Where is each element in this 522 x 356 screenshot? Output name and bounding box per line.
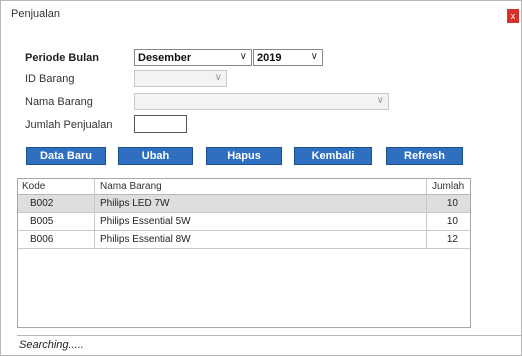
- bulan-select[interactable]: Desember ∨: [134, 49, 252, 66]
- cell-divider: [426, 195, 427, 212]
- hapus-button[interactable]: Hapus: [206, 147, 282, 165]
- chevron-down-icon: ∨: [214, 72, 222, 83]
- title-bar[interactable]: Penjualan x: [1, 1, 521, 27]
- kembali-button[interactable]: Kembali: [294, 147, 372, 165]
- penjualan-window: Penjualan x Periode Bulan Desember ∨ 201…: [0, 0, 522, 356]
- penjualan-table[interactable]: Kode Nama Barang Jumlah B002 Philips LED…: [17, 178, 471, 328]
- kode-cell: B006: [30, 234, 54, 245]
- jumlah-penjualan-label: Jumlah Penjualan: [25, 119, 113, 131]
- cell-divider: [94, 195, 95, 212]
- column-header-nama-barang[interactable]: Nama Barang: [100, 181, 162, 192]
- status-text: Searching.....: [19, 339, 84, 351]
- cell-divider: [426, 231, 427, 248]
- periode-bulan-label: Periode Bulan: [25, 52, 99, 64]
- id-barang-select[interactable]: ∨: [134, 70, 227, 87]
- table-row[interactable]: B006 Philips Essential 8W 12: [18, 231, 470, 249]
- table-header: Kode Nama Barang Jumlah: [18, 179, 470, 195]
- tahun-value: 2019: [257, 52, 282, 64]
- bulan-value: Desember: [138, 52, 192, 64]
- kode-cell: B002: [30, 198, 54, 209]
- nama-barang-cell: Philips Essential 8W: [100, 234, 191, 245]
- cell-divider: [94, 213, 95, 230]
- jumlah-cell: 10: [446, 198, 458, 209]
- cell-divider: [94, 231, 95, 248]
- ubah-button[interactable]: Ubah: [118, 147, 193, 165]
- chevron-down-icon: ∨: [310, 51, 318, 62]
- table-row[interactable]: B005 Philips Essential 5W 10: [18, 213, 470, 231]
- chevron-down-icon: ∨: [239, 51, 247, 62]
- tahun-select[interactable]: 2019 ∨: [253, 49, 323, 66]
- nama-barang-cell: Philips Essential 5W: [100, 216, 191, 227]
- status-bar: Searching.....: [17, 335, 521, 354]
- window-title: Penjualan: [11, 8, 60, 20]
- nama-barang-select[interactable]: ∨: [134, 93, 389, 110]
- jumlah-cell: 10: [446, 216, 458, 227]
- column-header-jumlah[interactable]: Jumlah: [432, 181, 464, 192]
- refresh-button[interactable]: Refresh: [386, 147, 463, 165]
- jumlah-penjualan-input[interactable]: [134, 115, 187, 133]
- column-divider: [426, 179, 427, 194]
- close-icon[interactable]: x: [507, 9, 519, 23]
- nama-barang-label: Nama Barang: [25, 96, 93, 108]
- id-barang-label: ID Barang: [25, 73, 75, 85]
- jumlah-cell: 12: [446, 234, 458, 245]
- kode-cell: B005: [30, 216, 54, 227]
- nama-barang-cell: Philips LED 7W: [100, 198, 170, 209]
- cell-divider: [426, 213, 427, 230]
- chevron-down-icon: ∨: [376, 95, 384, 106]
- column-header-kode[interactable]: Kode: [22, 181, 45, 192]
- data-baru-button[interactable]: Data Baru: [26, 147, 106, 165]
- column-divider: [94, 179, 95, 194]
- table-row[interactable]: B002 Philips LED 7W 10: [18, 195, 470, 213]
